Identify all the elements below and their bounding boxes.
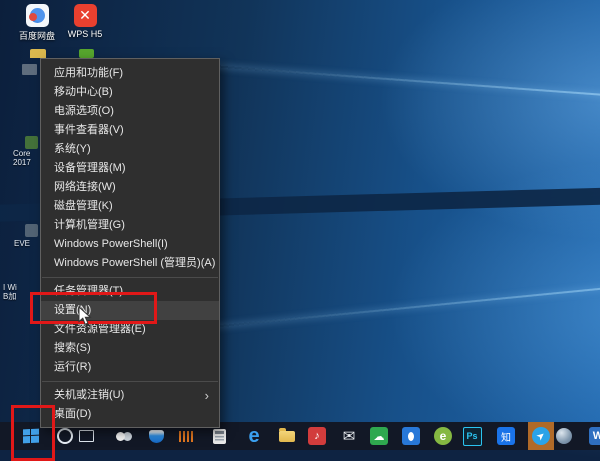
desktop-label-fragment: Core	[13, 149, 31, 158]
taskbar-app-mail[interactable]: ✉	[337, 424, 361, 448]
globe-icon	[556, 428, 572, 444]
desktop-icon-baidu-netdisk[interactable]: 百度网盘	[14, 4, 60, 42]
mail-envelope-icon: ✉	[342, 428, 356, 445]
baidu-netdisk-icon-red	[28, 13, 37, 21]
paper-plane-icon: ➤	[532, 427, 550, 445]
menu-item-run[interactable]: 运行(R)	[41, 358, 219, 377]
menu-item-network-connections[interactable]: 网络连接(W)	[41, 178, 219, 197]
winx-context-menu: 应用和功能(F) 移动中心(B) 电源选项(O) 事件查看器(V) 系统(Y) …	[40, 58, 220, 428]
menu-item-shutdown-or-signout[interactable]: 关机或注销(U) ›	[41, 386, 219, 405]
desktop-icon-label: WPS H5	[67, 29, 103, 39]
taskbar-app-paper-plane-active[interactable]: ➤	[528, 422, 554, 450]
taskbar-app-zhihu[interactable]: 知	[494, 424, 518, 448]
blue-app-icon	[148, 429, 164, 443]
blue-app2-icon	[402, 427, 420, 445]
zhihu-icon: 知	[497, 427, 515, 445]
folder-icon	[279, 427, 295, 442]
desktop-icon-fragment-app1[interactable]	[25, 136, 38, 149]
desktop-label-fragment: 2017	[13, 158, 31, 167]
taskbar-app-file-explorer[interactable]	[275, 424, 299, 448]
submenu-chevron-icon: ›	[204, 388, 209, 403]
music-note-icon: ♪	[308, 427, 326, 445]
task-view-icon	[78, 430, 94, 442]
menu-separator	[42, 381, 218, 382]
desktop-label-fragment: B加	[3, 292, 17, 301]
menu-item-power-options[interactable]: 电源选项(O)	[41, 102, 219, 121]
desktop-icon-fragment-green-app[interactable]	[79, 49, 94, 58]
white-circles-icon	[116, 431, 125, 441]
wps-h5-icon: ✕	[73, 4, 97, 27]
taskbar-app-netease-music[interactable]: ♪	[305, 424, 329, 448]
menu-separator	[42, 277, 218, 278]
taskbar-app-globe[interactable]	[552, 424, 576, 448]
taskbar-app-partial-right[interactable]: W	[586, 424, 600, 448]
menu-item-disk-management[interactable]: 磁盘管理(K)	[41, 197, 219, 216]
partial-app-icon: W	[589, 427, 600, 445]
taskbar-app-green-browser[interactable]: e	[431, 424, 455, 448]
menu-item-windows-powershell[interactable]: Windows PowerShell(I)	[41, 235, 219, 254]
menu-item-windows-powershell-admin[interactable]: Windows PowerShell (管理员)(A)	[41, 254, 219, 273]
desktop-icon-fragment-app2[interactable]	[25, 224, 38, 237]
photoshop-icon: Ps	[462, 426, 482, 446]
edge-icon: e	[248, 425, 260, 447]
menu-item-mobility-center[interactable]: 移动中心(B)	[41, 83, 219, 102]
annotation-start-button-highlight-box	[11, 405, 55, 461]
orange-bars-icon	[179, 430, 193, 442]
cloud-icon: ☁	[370, 427, 388, 445]
desktop-label-fragment: EVE	[14, 239, 31, 248]
menu-item-event-viewer[interactable]: 事件查看器(V)	[41, 121, 219, 140]
baidu-netdisk-icon	[25, 4, 49, 27]
annotation-settings-highlight-box	[30, 292, 157, 324]
menu-item-apps-and-features[interactable]: 应用和功能(F)	[41, 64, 219, 83]
taskbar-app-edge[interactable]: e	[242, 424, 266, 448]
calculator-icon	[212, 428, 226, 444]
taskbar-app-photoshop[interactable]: Ps	[460, 424, 484, 448]
desktop-icon-fragment-gray[interactable]	[22, 64, 37, 75]
desktop-icon-fragment-folder[interactable]	[30, 49, 46, 58]
menu-item-search[interactable]: 搜索(S)	[41, 339, 219, 358]
menu-item-system[interactable]: 系统(Y)	[41, 140, 219, 159]
taskbar-app-green-cloud[interactable]: ☁	[367, 424, 391, 448]
green-e-icon: e	[434, 427, 452, 445]
desktop-icon-label: 百度网盘	[18, 31, 55, 41]
desktop-label-fragment: I Wi	[3, 283, 17, 292]
cortana-circle-icon	[57, 428, 73, 444]
menu-item-device-manager[interactable]: 设备管理器(M)	[41, 159, 219, 178]
desktop-icon-wps-h5[interactable]: ✕ WPS H5	[62, 4, 108, 39]
menu-item-computer-management[interactable]: 计算机管理(G)	[41, 216, 219, 235]
menu-item-desktop[interactable]: 桌面(D)	[41, 405, 219, 424]
taskbar-app-blue-2[interactable]	[399, 424, 423, 448]
mouse-cursor	[78, 305, 92, 331]
